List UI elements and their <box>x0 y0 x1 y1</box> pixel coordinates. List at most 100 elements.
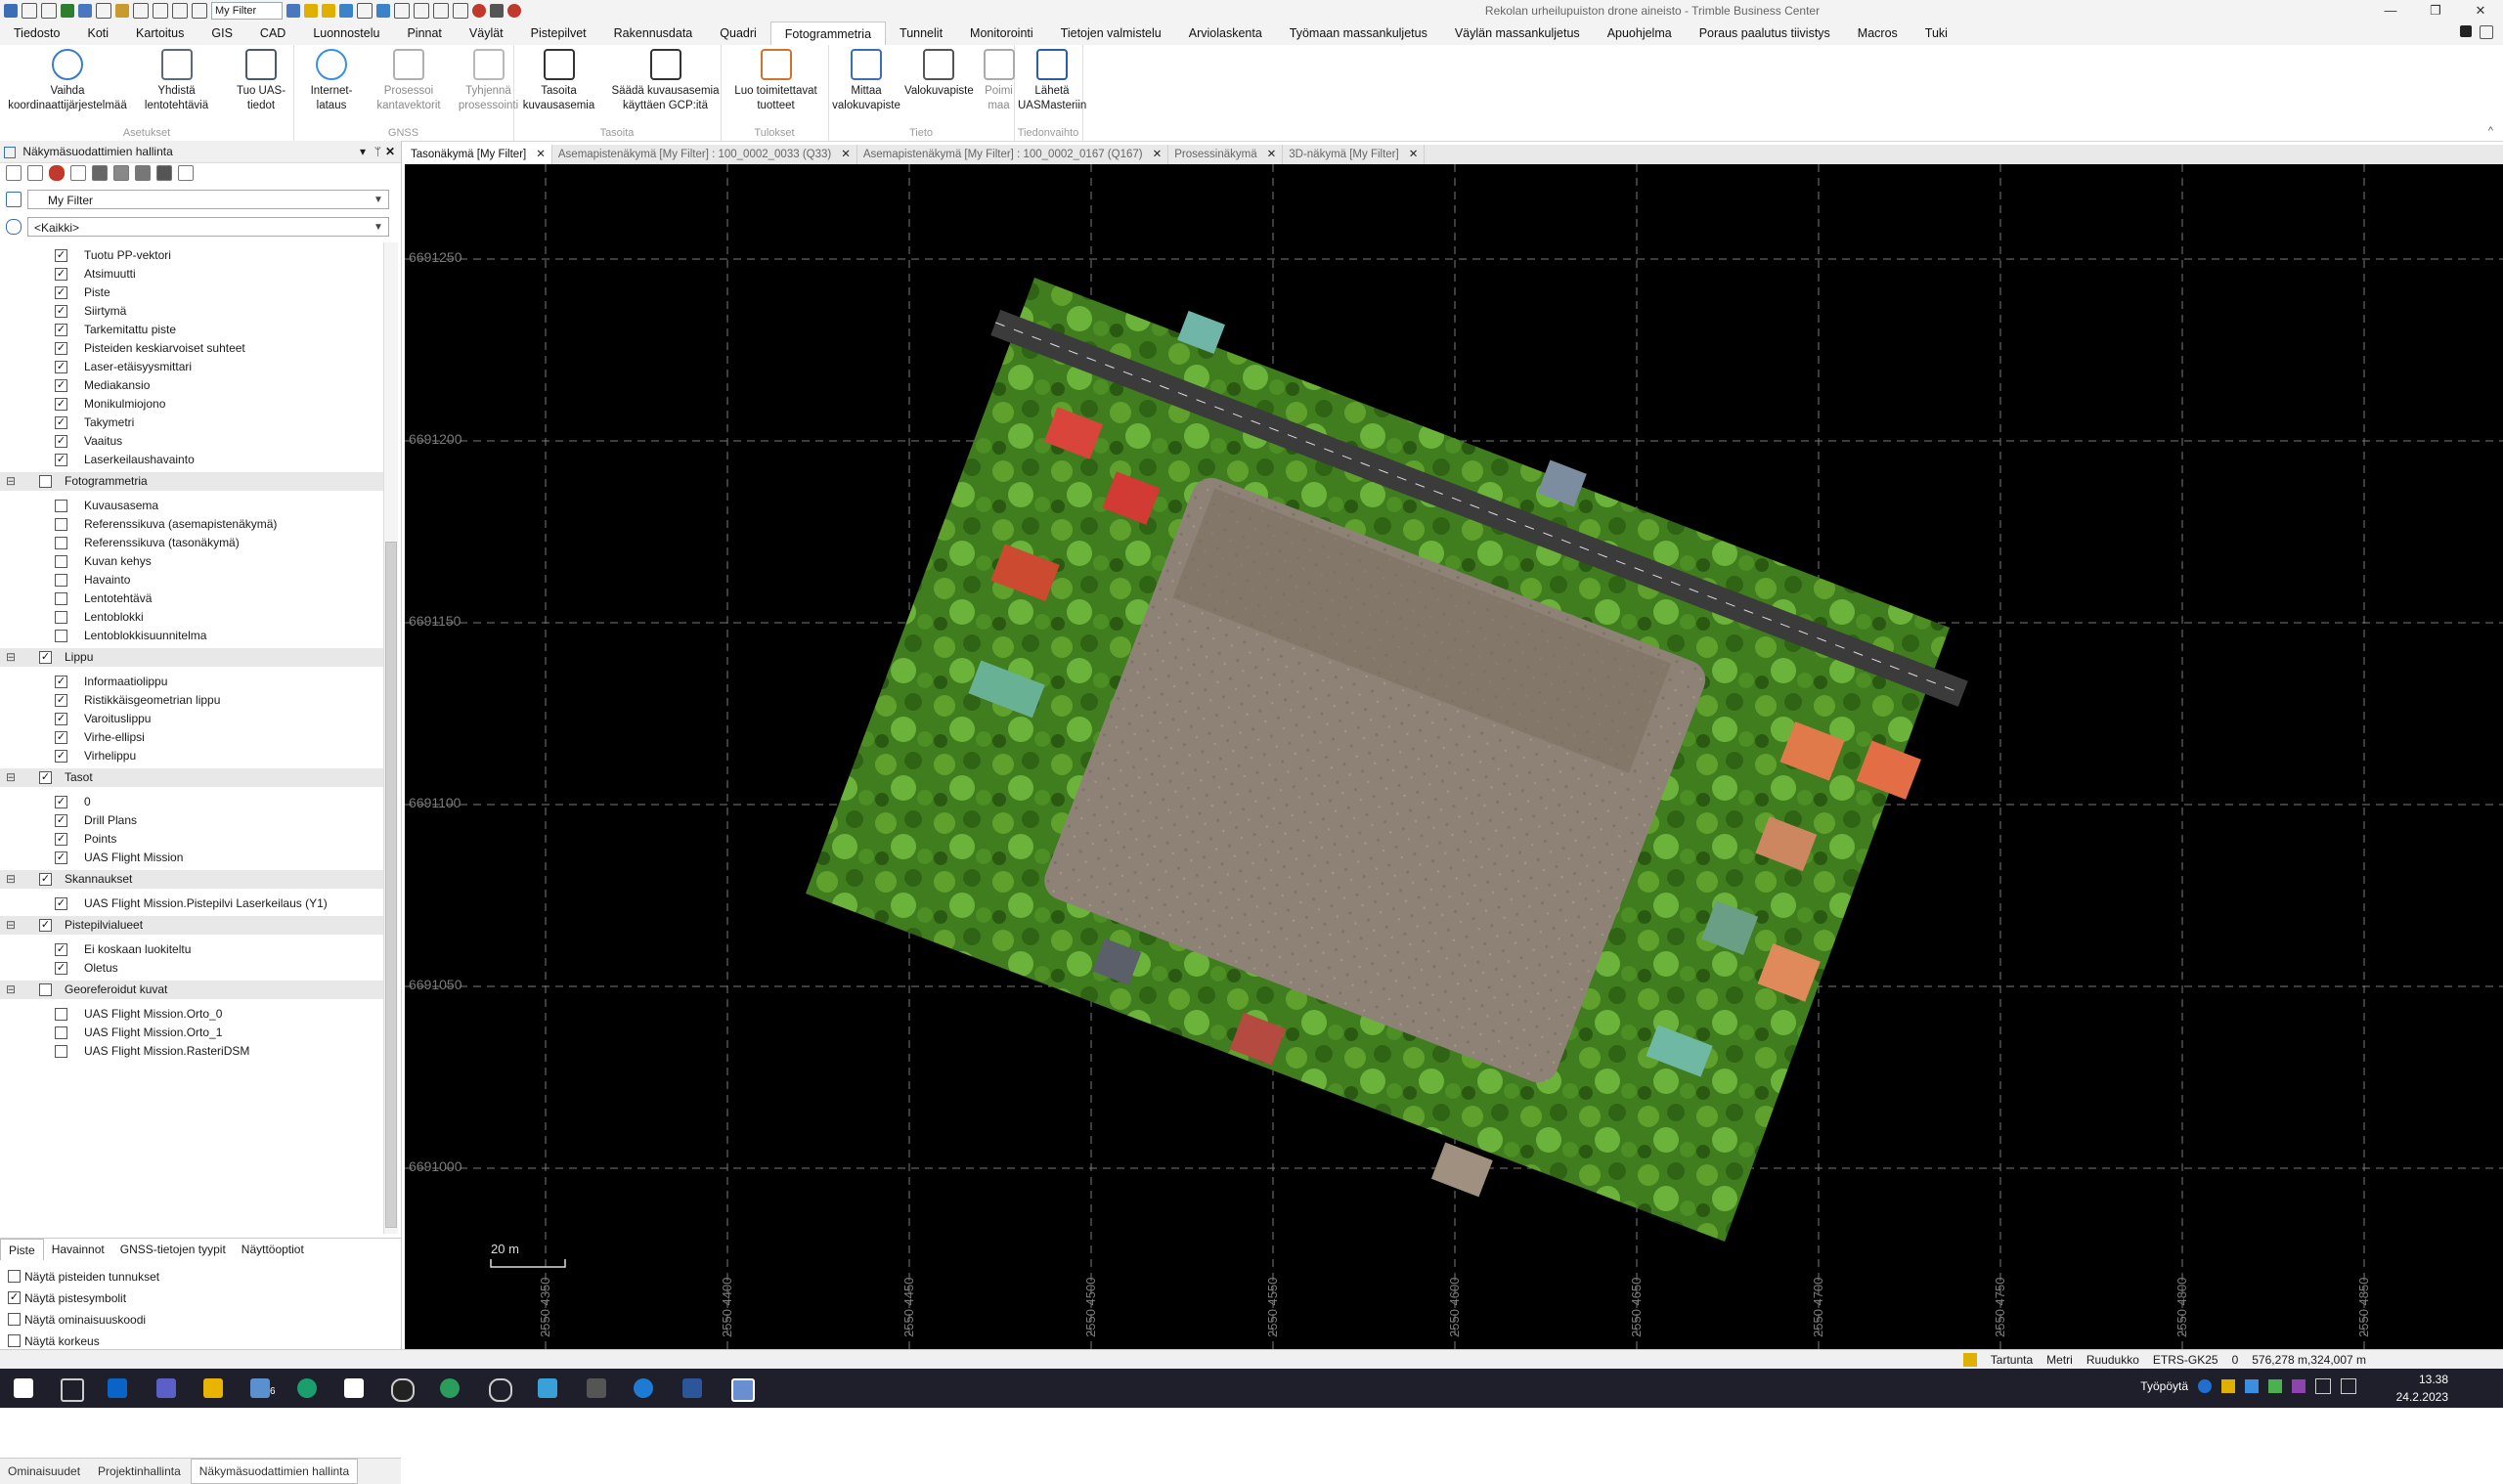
tree-item[interactable]: UAS Flight Mission.Orto_0 <box>0 1005 383 1024</box>
ribbon-button-deliverables[interactable]: Luo toimitettavat tuotteet <box>725 49 827 113</box>
tree-checkbox[interactable]: ✓ <box>39 919 52 932</box>
collapse-toggle-icon[interactable]: ⊟ <box>6 472 16 491</box>
tree-checkbox[interactable] <box>39 475 52 488</box>
tree-item[interactable]: Kuvausasema <box>0 497 383 515</box>
panel-tab[interactable]: Näkymäsuodattimien hallinta <box>190 1459 359 1484</box>
snap-icon[interactable] <box>1962 1353 1977 1367</box>
security-tray-icon[interactable] <box>2268 1379 2282 1393</box>
tree-group[interactable]: ⊟ ✓ Pistepilvialueet <box>0 916 383 935</box>
panel-tab[interactable]: Ominaisuudet <box>0 1460 88 1483</box>
tree-checkbox[interactable]: ✓ <box>55 833 67 846</box>
tree-group[interactable]: ⊟ ✓ Skannaukset <box>0 870 383 889</box>
notion-icon[interactable] <box>344 1378 364 1398</box>
snap-label[interactable]: Tartunta <box>1991 1350 2033 1370</box>
tree-item[interactable]: Lentotehtävä <box>0 589 383 608</box>
tree-checkbox[interactable]: ✓ <box>55 435 67 448</box>
ribbon-button-drone[interactable]: Yhdistä lentotehtäviä <box>135 49 218 113</box>
option-tab[interactable]: Näyttöoptiot <box>234 1239 312 1260</box>
tree-checkbox[interactable]: ✓ <box>55 454 67 466</box>
close-button[interactable]: ✕ <box>2458 0 2503 22</box>
tree-checkbox[interactable]: ✓ <box>55 676 67 688</box>
browser-icon[interactable] <box>634 1378 653 1398</box>
desktop-label[interactable]: Työpöytä <box>2140 1379 2188 1393</box>
calculator-icon[interactable] <box>587 1378 606 1398</box>
collapse-toggle-icon[interactable]: ⊟ <box>6 648 16 667</box>
folder-icon[interactable] <box>115 4 129 18</box>
select-icon[interactable] <box>153 3 168 19</box>
stop-icon[interactable] <box>490 4 504 18</box>
panel-close-icon[interactable]: ✕ <box>385 141 395 162</box>
view-tab[interactable]: Tasonäkymä [My Filter] ✕ <box>405 145 552 164</box>
ribbon-button-network[interactable]: Tasoita kuvausasemia <box>517 49 600 113</box>
print-icon[interactable] <box>414 3 429 19</box>
folder-tray-icon[interactable] <box>2221 1379 2235 1393</box>
tree-item[interactable]: ✓ Siirtymä <box>0 302 383 321</box>
tree-checkbox[interactable] <box>55 630 67 642</box>
tree-checkbox[interactable]: ✓ <box>55 268 67 281</box>
teams-icon[interactable] <box>156 1378 176 1398</box>
tree-checkbox[interactable]: ✓ <box>55 342 67 355</box>
ribbon-button-globe[interactable]: Vaihda koordinaattijärjestelmää <box>4 49 131 113</box>
tree-item[interactable]: ✓ Piste <box>0 284 383 302</box>
layers-icon[interactable] <box>322 4 335 18</box>
clock[interactable]: 13.38 24.2.2023 <box>2396 1371 2448 1406</box>
menu-poraus-paalutus-tiivistys[interactable]: Poraus paalutus tiivistys <box>1686 22 1844 45</box>
menu-väylän-massankuljetus[interactable]: Väylän massankuljetus <box>1441 22 1594 45</box>
menu-arviolaskenta[interactable]: Arviolaskenta <box>1175 22 1276 45</box>
menu-pistepilvet[interactable]: Pistepilvet <box>517 22 600 45</box>
tree-checkbox[interactable] <box>55 611 67 624</box>
task-view-icon[interactable] <box>61 1378 84 1402</box>
tree-checkbox[interactable]: ✓ <box>39 771 52 784</box>
filter-combo[interactable]: My Filter ▼ <box>27 190 389 209</box>
tree-item[interactable]: ✓ Drill Plans <box>0 811 383 830</box>
page-icon[interactable] <box>357 3 373 19</box>
s-app-icon[interactable] <box>538 1378 557 1398</box>
measure-icon[interactable] <box>394 3 410 19</box>
option-tab[interactable]: Piste <box>0 1239 44 1260</box>
option-tab[interactable]: GNSS-tietojen tyypit <box>112 1239 234 1260</box>
filter-selector[interactable]: My Filter <box>211 2 283 20</box>
tree-checkbox[interactable]: ✓ <box>55 361 67 373</box>
tree-checkbox[interactable] <box>55 1026 67 1039</box>
chevron-down-icon[interactable]: ▼ <box>371 218 386 238</box>
tree-checkbox[interactable]: ✓ <box>39 873 52 886</box>
tree-checkbox[interactable]: ✓ <box>55 324 67 336</box>
tree-checkbox[interactable] <box>55 592 67 605</box>
tree-checkbox[interactable] <box>55 1008 67 1021</box>
new-filter-icon[interactable] <box>6 165 22 181</box>
help-icon[interactable] <box>2460 25 2472 37</box>
close-circle-icon[interactable] <box>507 4 521 18</box>
tree-item[interactable]: Lentoblokki <box>0 608 383 627</box>
menu-rakennusdata[interactable]: Rakennusdata <box>600 22 707 45</box>
tree-item[interactable]: ✓ Takymetri <box>0 414 383 432</box>
menu-cad[interactable]: CAD <box>246 22 299 45</box>
zoom-icon[interactable] <box>133 3 149 19</box>
tree-item[interactable]: UAS Flight Mission.RasteriDSM <box>0 1042 383 1061</box>
pin-icon[interactable]: ᛘ <box>374 141 381 162</box>
redo-icon[interactable] <box>41 3 57 19</box>
move-icon[interactable] <box>70 165 86 181</box>
ribbon-button-network-gcp[interactable]: Säädä kuvausasemia käyttäen GCP:itä <box>604 49 726 113</box>
menu-työmaan-massankuljetus[interactable]: Työmaan massankuljetus <box>1276 22 1441 45</box>
maximize-button[interactable]: ❐ <box>2413 0 2458 22</box>
tree-checkbox[interactable]: ✓ <box>39 651 52 664</box>
ribbon-button-measure-photo[interactable]: Mittaa valokuvapiste <box>832 49 900 113</box>
tree-checkbox[interactable]: ✓ <box>55 814 67 827</box>
tree-item[interactable]: ✓ UAS Flight Mission <box>0 849 383 867</box>
scrollbar-thumb[interactable] <box>385 542 397 1228</box>
view-tab[interactable]: Asemapistenäkymä [My Filter] : 100_0002_… <box>857 145 1169 164</box>
tree-checkbox[interactable]: ✓ <box>55 398 67 411</box>
record-icon[interactable] <box>472 4 486 18</box>
tree-checkbox[interactable]: ✓ <box>55 379 67 392</box>
tree-checkbox[interactable]: ✓ <box>55 897 67 910</box>
volume-icon[interactable] <box>2341 1378 2356 1394</box>
settings-gear-icon[interactable] <box>489 1378 512 1402</box>
close-tab-icon[interactable]: ✕ <box>841 149 851 160</box>
option-checkbox[interactable] <box>8 1270 21 1284</box>
tree-item[interactable]: Kuvan kehys <box>0 552 383 571</box>
wifi-icon[interactable] <box>2315 1378 2331 1394</box>
tree-checkbox[interactable]: ✓ <box>55 731 67 744</box>
tree-item[interactable]: ✓ Tarkemitattu piste <box>0 321 383 339</box>
close-tab-icon[interactable]: ✕ <box>1267 149 1277 160</box>
cut-icon[interactable] <box>433 3 449 19</box>
